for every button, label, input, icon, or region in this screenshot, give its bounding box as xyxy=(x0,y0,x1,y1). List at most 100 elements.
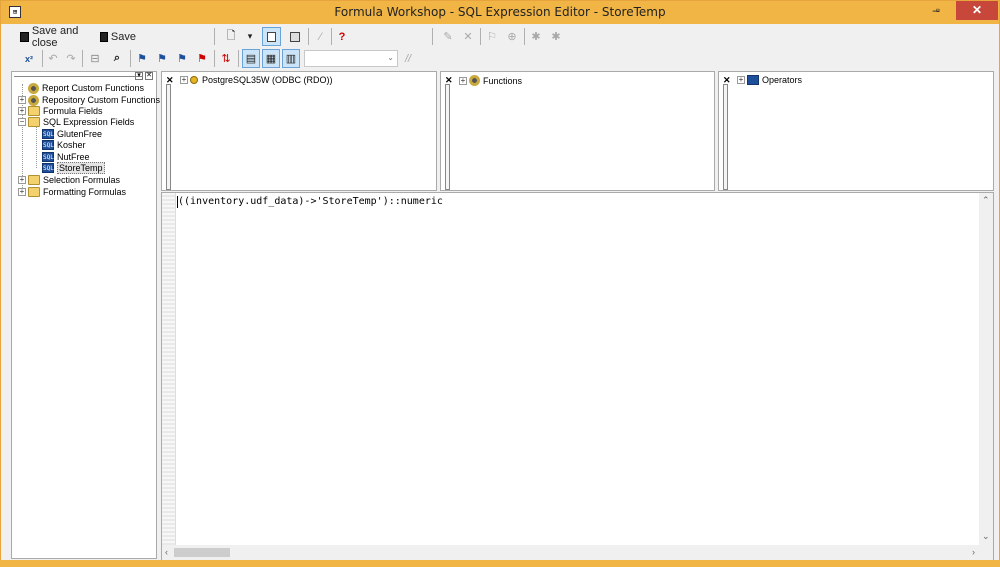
delete-icon: ✕ xyxy=(463,31,473,43)
tree-item-report-custom-functions[interactable]: Report Custom Functions xyxy=(18,82,144,94)
undo-icon: ↶ xyxy=(48,53,58,65)
panel-grip xyxy=(14,76,142,77)
tree-item-label: StoreTemp xyxy=(57,162,105,174)
properties-icon xyxy=(289,31,300,42)
new-dropdown-button[interactable]: ▾ xyxy=(245,27,255,46)
sql-field-icon: SQL xyxy=(42,152,54,162)
title-bar: ⊞ Formula Workshop - SQL Expression Edit… xyxy=(1,1,999,24)
help-button[interactable]: ? xyxy=(334,27,350,46)
sort-button[interactable]: ⇅ xyxy=(218,49,234,68)
pane-scrollbar[interactable] xyxy=(723,84,728,190)
folder-open-icon xyxy=(28,117,40,127)
properties-button[interactable] xyxy=(285,27,304,46)
scroll-left-icon[interactable]: ‹ xyxy=(165,547,168,557)
functions-pane: ✕ + Functions xyxy=(440,71,715,191)
gear-folder-icon xyxy=(28,94,39,106)
next-bookmark-icon: ⚑ xyxy=(157,53,167,65)
settings-button[interactable]: ✱ xyxy=(528,27,544,46)
formula-expert-button[interactable]: ⁄ xyxy=(312,27,329,46)
comment-button[interactable]: // xyxy=(400,49,416,68)
previous-bookmark-button[interactable]: ⚑ xyxy=(174,49,190,68)
toggle-tree-button[interactable] xyxy=(262,27,281,46)
tree-item-label: Operators xyxy=(762,75,803,85)
window-title: Formula Workshop - SQL Expression Editor… xyxy=(334,5,666,19)
syntax-check-button[interactable]: x² xyxy=(20,49,38,68)
show-operators-button[interactable]: ▥ xyxy=(282,49,300,68)
sort-icon: ⇅ xyxy=(221,53,231,65)
binoculars-icon: ⌕ xyxy=(113,52,121,64)
expand-icon[interactable]: + xyxy=(459,76,467,85)
separator xyxy=(82,50,83,67)
tree-item-label: Functions xyxy=(483,75,523,86)
sql-expression-editor[interactable]: ((inventory.udf_data)->'StoreTemp')::num… xyxy=(161,192,994,561)
collapse-icon[interactable]: − xyxy=(18,118,26,126)
settings-alt-button[interactable]: ✱ xyxy=(548,27,564,46)
separator xyxy=(214,50,215,67)
syntax-dropdown[interactable]: ⌄ xyxy=(304,50,398,67)
tree-item-storetemp[interactable]: SQL StoreTemp xyxy=(42,162,105,174)
maximize-button[interactable]: ▫ xyxy=(926,1,950,20)
clear-bookmarks-icon: ⚑ xyxy=(197,53,207,65)
close-panel-button[interactable]: ✕ xyxy=(145,72,153,80)
scroll-right-icon[interactable]: › xyxy=(972,547,975,557)
close-button[interactable]: ✕ xyxy=(956,1,998,20)
scroll-down-icon[interactable]: ⌄ xyxy=(982,531,990,542)
collapse-panel-button[interactable]: ▾ xyxy=(135,72,143,80)
tree-item-label: Formula Fields xyxy=(43,106,103,116)
separator xyxy=(308,28,309,45)
save-button[interactable]: Save xyxy=(100,27,136,46)
gear-icon: ✱ xyxy=(551,31,561,43)
pane-scrollbar[interactable] xyxy=(445,84,450,190)
tree-item-sql-expression-fields[interactable]: − SQL Expression Fields xyxy=(18,116,134,128)
browse-button[interactable]: ⚐ xyxy=(484,27,500,46)
tree-item-datasource[interactable]: + PostgreSQL35W (ODBC (RDO)) xyxy=(180,75,333,85)
new-formula-button[interactable]: 🗋 xyxy=(224,27,238,46)
find-button[interactable]: ⌕ xyxy=(108,49,126,68)
tree-item-label: NutFree xyxy=(57,152,90,162)
expand-icon[interactable]: + xyxy=(18,107,26,115)
sql-field-icon: SQL xyxy=(42,140,54,150)
show-fields-button[interactable]: ▤ xyxy=(242,49,260,68)
redo-icon: ↷ xyxy=(66,53,76,65)
separator xyxy=(331,28,332,45)
tree-item-label: Kosher xyxy=(57,140,86,150)
tree-item-kosher[interactable]: SQL Kosher xyxy=(42,139,86,151)
pane-scrollbar[interactable] xyxy=(166,84,171,190)
tree-icon xyxy=(267,31,276,42)
operators-folder-icon xyxy=(747,75,759,85)
help-icon: ? xyxy=(338,30,346,43)
toolbar-primary: Save and close Save 🗋 ▾ ⁄ ? ✎ ✕ ⚐ ⊕ ✱ ✱ xyxy=(4,25,998,49)
next-bookmark-button[interactable]: ⚑ xyxy=(154,49,170,68)
insert-button[interactable]: ⊕ xyxy=(504,27,520,46)
expand-icon[interactable]: + xyxy=(180,76,188,84)
insert-icon: ⊕ xyxy=(507,31,517,43)
separator xyxy=(214,28,215,45)
show-functions-button[interactable]: ▦ xyxy=(262,49,280,68)
check-button[interactable]: ✎ xyxy=(440,27,456,46)
gear-icon: ✱ xyxy=(531,31,541,43)
new-icon: 🗋 xyxy=(226,30,236,42)
tree-line xyxy=(36,126,37,168)
scrollbar-thumb[interactable] xyxy=(174,548,230,557)
expand-icon[interactable]: + xyxy=(18,96,26,104)
tree-item-functions[interactable]: + Functions xyxy=(459,75,522,86)
expand-icon[interactable]: + xyxy=(737,76,745,84)
expand-icon[interactable]: + xyxy=(18,176,26,184)
tree-item-selection-formulas[interactable]: + Selection Formulas xyxy=(18,174,120,186)
redo-button[interactable]: ↷ xyxy=(64,49,78,68)
undo-button[interactable]: ↶ xyxy=(46,49,60,68)
browse-data-button[interactable]: ⊟ xyxy=(86,49,104,68)
horizontal-scrollbar[interactable]: ‹ › xyxy=(162,545,993,560)
tree-item-operators[interactable]: + Operators xyxy=(737,75,802,85)
clear-bookmarks-button[interactable]: ⚑ xyxy=(194,49,210,68)
vertical-scrollbar[interactable]: ⌃ ⌄ xyxy=(979,193,993,545)
chevron-down-icon: ⌄ xyxy=(387,53,394,62)
tree-item-formatting-formulas[interactable]: + Formatting Formulas xyxy=(18,186,126,198)
sql-expression-text[interactable]: ((inventory.udf_data)->'StoreTemp')::num… xyxy=(178,196,443,207)
bookmark-button[interactable]: ⚑ xyxy=(134,49,150,68)
delete-button[interactable]: ✕ xyxy=(460,27,476,46)
expand-icon[interactable]: + xyxy=(18,188,26,196)
fields-icon: ▤ xyxy=(245,53,257,65)
save-and-close-button[interactable]: Save and close xyxy=(20,25,96,49)
scroll-up-icon[interactable]: ⌃ xyxy=(982,195,990,206)
